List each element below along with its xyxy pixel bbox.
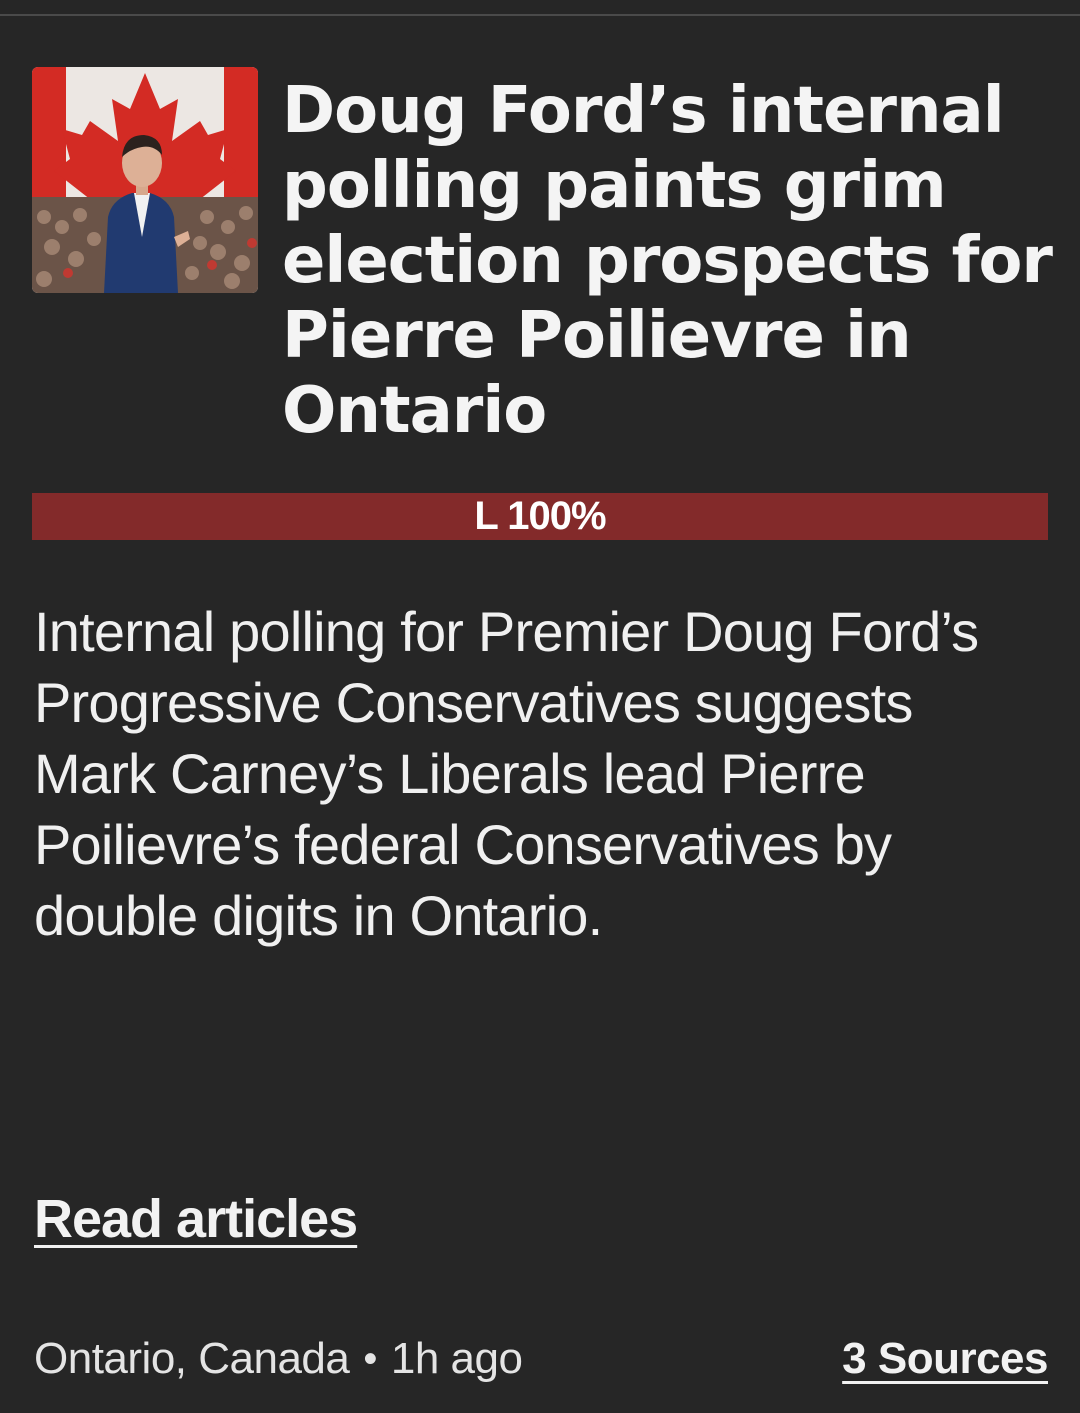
read-articles-link[interactable]: Read articles bbox=[34, 1188, 358, 1250]
top-divider bbox=[0, 0, 1080, 16]
story-location: Ontario, Canada bbox=[34, 1334, 350, 1383]
story-footer: Ontario, Canada • 1h ago 3 Sources bbox=[34, 1329, 1048, 1389]
bias-left-percent-label: L 100% bbox=[474, 494, 606, 538]
story-summary: Internal polling for Premier Doug Ford’s… bbox=[34, 600, 979, 947]
story-headline[interactable]: Doug Ford’s internal polling paints grim… bbox=[282, 74, 1053, 449]
story-thumbnail[interactable] bbox=[32, 67, 258, 293]
story-timestamp: 1h ago bbox=[390, 1334, 523, 1383]
sources-count-link[interactable]: 3 Sources bbox=[842, 1334, 1048, 1384]
bias-distribution-bar: L 100% bbox=[32, 493, 1048, 540]
story-meta: Ontario, Canada • 1h ago bbox=[34, 1334, 523, 1384]
story-photo-image bbox=[32, 67, 258, 293]
news-story-card[interactable]: Doug Ford’s internal polling paints grim… bbox=[0, 16, 1080, 1413]
meta-separator: • bbox=[363, 1336, 377, 1381]
